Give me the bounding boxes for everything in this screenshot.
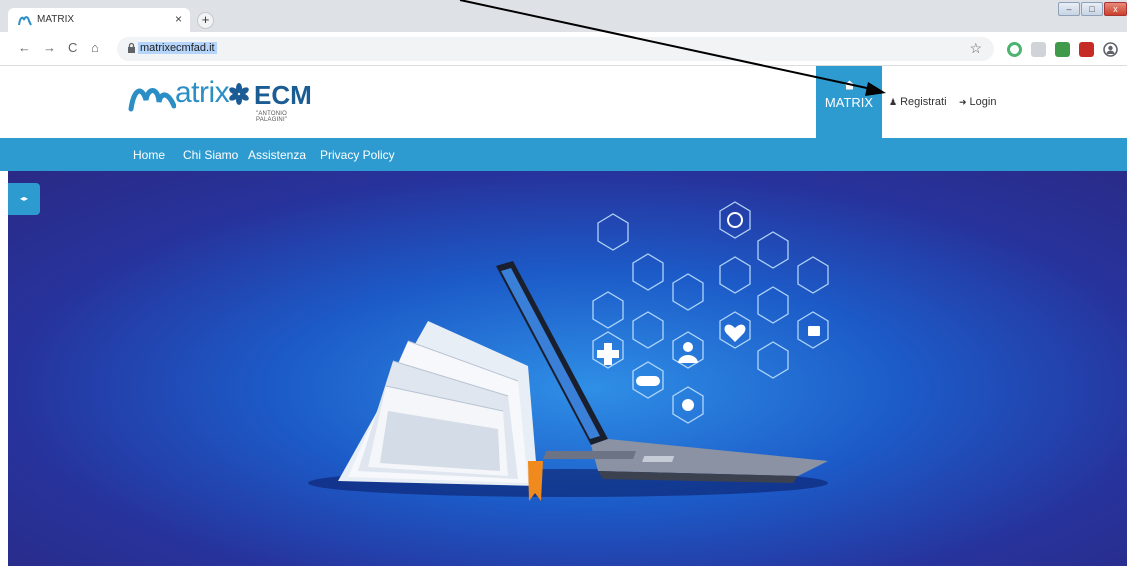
browser-window: MATRIX × + – □ x ← → C ⌂ matrixecmfad.it… [0,0,1127,579]
annotation-arrow [459,0,886,96]
